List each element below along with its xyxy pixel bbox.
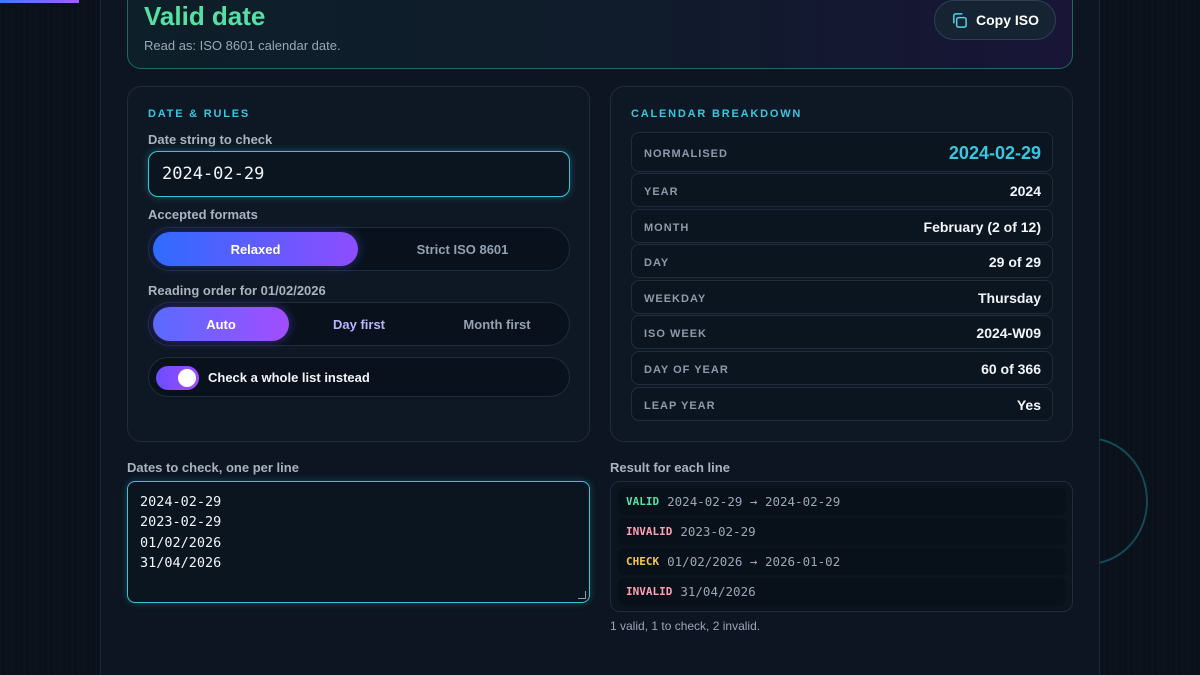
breakdown-value: Thursday [977,290,1041,306]
breakdown-row-iso-week: ISO WEEK 2024-W09 [631,315,1053,349]
top-accent-bar [0,0,79,3]
date-input-label: Date string to check [148,132,273,147]
list-line: 2024-02-29 [140,494,222,510]
breakdown-key: LEAP YEAR [644,400,716,412]
list-line: 31/04/2026 [140,554,222,571]
breakdown-row-month: MONTH February (2 of 12) [631,209,1053,243]
order-auto-button[interactable]: Auto [153,307,289,341]
breakdown-row-normalised: NORMALISED 2024-02-29 [631,132,1053,172]
dates-list-textarea[interactable]: 2024-02-29 2023-02-29 01/02/2026 31/04/2… [127,481,590,603]
breakdown-key: DAY [644,257,670,269]
format-strict-button[interactable]: Strict ISO 8601 [359,232,566,266]
breakdown-value: 60 of 366 [981,361,1041,377]
breakdown-key: ISO WEEK [644,328,708,340]
result-row: VALID 2024-02-29 → 2024-02-29 [618,488,1066,515]
breakdown-value: 2024-W09 [976,325,1041,341]
format-relaxed-button[interactable]: Relaxed [153,232,358,266]
formats-segmented-control: Relaxed Strict ISO 8601 [148,227,570,271]
list-input-label: Dates to check, one per line [127,460,299,475]
results-list: VALID 2024-02-29 → 2024-02-29 INVALID 20… [610,481,1073,612]
result-title: Valid date [144,1,266,31]
breakdown-key: NORMALISED [644,148,728,160]
breakdown-key: DAY OF YEAR [644,364,729,376]
copy-icon [953,12,967,28]
breakdown-value: 2024-02-29 [948,143,1041,163]
breakdown-key: YEAR [644,186,679,198]
status-badge: INVALID [626,525,673,538]
breakdown-value: 2024 [1009,183,1041,199]
result-text: 31/04/2026 [680,584,756,599]
section-title: CALENDAR BREAKDOWN [631,108,803,120]
formats-label: Accepted formats [148,207,258,222]
toggle-knob [178,369,196,387]
result-text: 01/02/2026 → 2026-01-02 [667,554,841,569]
date-rules-card: DATE & RULES Date string to check 2024-0… [127,86,590,442]
list-line: 2023-02-29 [140,514,222,531]
result-text: 2023-02-29 [680,524,756,539]
list-mode-toggle-row[interactable]: Check a whole list instead [148,357,570,397]
list-line: 01/02/2026 [140,534,222,551]
list-mode-label: Check a whole list instead [208,370,370,385]
breakdown-key: WEEKDAY [644,293,707,305]
breakdown-row-day-of-year: DAY OF YEAR 60 of 366 [631,351,1053,385]
date-input[interactable]: 2024-02-29 [148,151,570,197]
results-summary: 1 valid, 1 to check, 2 invalid. [610,619,761,633]
status-badge: CHECK [626,555,660,568]
status-badge: INVALID [626,585,673,598]
breakdown-row-weekday: WEEKDAY Thursday [631,280,1053,314]
breakdown-key: MONTH [644,222,690,234]
result-row: INVALID 31/04/2026 [618,578,1066,605]
breakdown-row-year: YEAR 2024 [631,173,1053,207]
breakdown-row-day: DAY 29 of 29 [631,244,1053,278]
calendar-breakdown-card: CALENDAR BREAKDOWN NORMALISED 2024-02-29… [610,86,1073,442]
result-banner: Valid date Read as: ISO 8601 calendar da… [127,0,1073,69]
resize-handle[interactable] [578,591,586,599]
order-day-first-button[interactable]: Day first [291,307,427,341]
result-text: 2024-02-29 → 2024-02-29 [667,494,841,509]
breakdown-row-leap-year: LEAP YEAR Yes [631,387,1053,421]
copy-iso-button[interactable]: Copy ISO [933,0,1056,40]
reading-order-label: Reading order for 01/02/2026 [148,283,326,298]
result-subtitle: Read as: ISO 8601 calendar date. [144,38,341,53]
breakdown-value: 29 of 29 [988,254,1041,270]
breakdown-value: Yes [1016,397,1041,413]
list-mode-toggle[interactable] [156,366,199,390]
result-row: INVALID 2023-02-29 [618,518,1066,545]
results-label: Result for each line [610,460,730,475]
breakdown-value: February (2 of 12) [923,219,1041,235]
status-badge: VALID [626,495,660,508]
section-title: DATE & RULES [148,108,251,120]
result-row: CHECK 01/02/2026 → 2026-01-02 [618,548,1066,575]
order-month-first-button[interactable]: Month first [429,307,565,341]
reading-order-segmented-control: Auto Day first Month first [148,302,570,346]
copy-iso-label: Copy ISO [975,12,1039,28]
